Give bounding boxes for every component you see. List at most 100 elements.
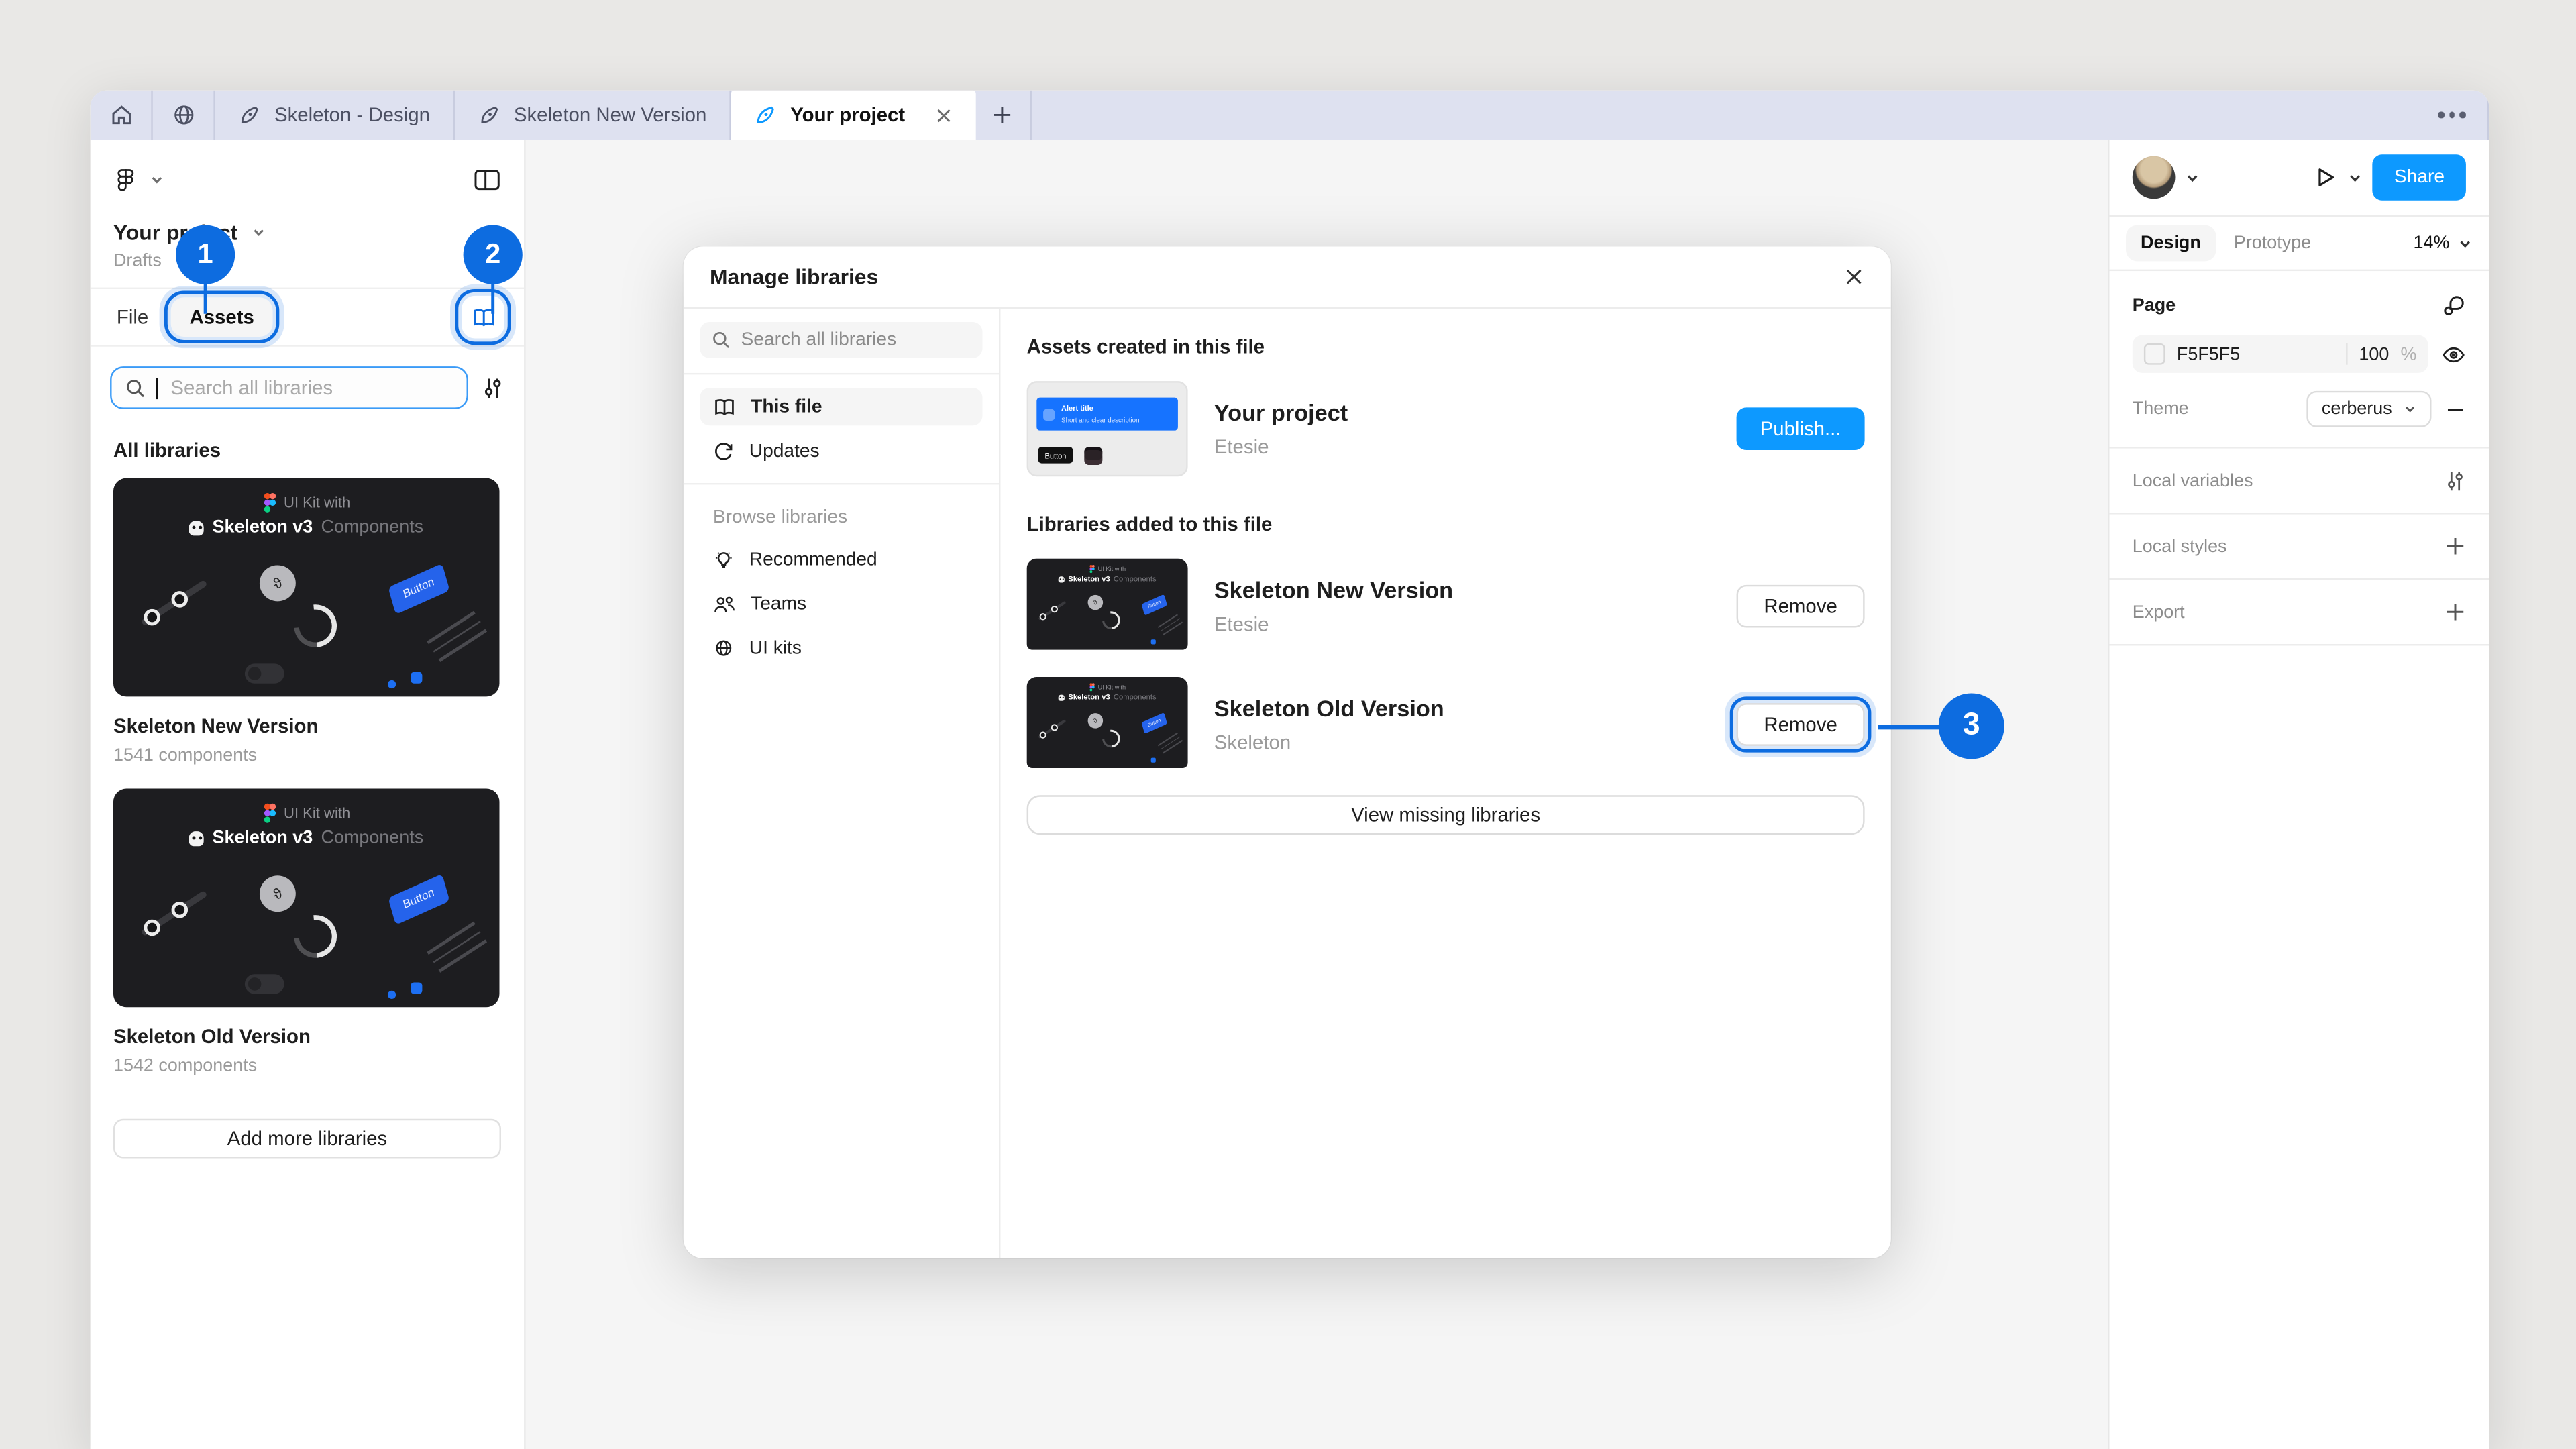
nav-item-updates[interactable]: Updates <box>700 432 982 470</box>
decorative-radio-component <box>387 680 395 688</box>
libraries-button[interactable] <box>462 296 504 339</box>
decorative-avatar-component: ϑ <box>254 559 303 608</box>
chevron-down-icon <box>150 172 164 186</box>
thumb-line2-rest: Components <box>321 517 423 537</box>
ellipsis-icon <box>2438 112 2465 118</box>
decorative-avatar-chip <box>1084 447 1102 465</box>
publish-button[interactable]: Publish... <box>1737 407 1865 450</box>
assets-search-field[interactable] <box>167 374 453 400</box>
home-button[interactable] <box>91 91 153 140</box>
nav-item-ui-kits[interactable]: UI kits <box>700 629 982 667</box>
assets-search-input[interactable] <box>110 366 468 409</box>
screenshot-stage: Skeleton - Design Skeleton New Version Y… <box>0 0 2576 1449</box>
variables-icon[interactable] <box>2441 294 2466 317</box>
local-styles-label: Local styles <box>2133 537 2227 556</box>
share-button[interactable]: Share <box>2373 154 2466 201</box>
library-thumbnail: UI Kit with Skeleton v3 Components ϑ But… <box>113 789 500 1008</box>
tab-file[interactable]: File <box>110 297 155 337</box>
tab-skeleton-new-version[interactable]: Skeleton New Version <box>455 91 731 140</box>
toggle-sidebar-button[interactable] <box>473 167 501 192</box>
decorative-accordion-component <box>426 922 486 972</box>
color-swatch[interactable] <box>2144 343 2165 365</box>
home-icon <box>107 102 133 128</box>
annotation-badge-3: 3 <box>1939 693 2004 759</box>
tab-label: Skeleton New Version <box>514 103 707 126</box>
decorative-accordion-component <box>1157 614 1182 635</box>
alert-title-text: Alert title <box>1061 405 1140 413</box>
browse-community-button[interactable] <box>153 91 215 140</box>
library-card-skeleton-new-version[interactable]: UI Kit with Skeleton v3 Components ϑ But… <box>91 478 525 789</box>
local-variables-section[interactable]: Local variables <box>2109 449 2489 515</box>
nav-item-label: Recommended <box>749 549 877 569</box>
library-title: Skeleton Old Version <box>1214 695 1711 721</box>
chevron-down-icon[interactable] <box>2185 170 2200 184</box>
project-location[interactable]: Drafts <box>113 252 501 288</box>
zoom-level: 14% <box>2413 233 2449 253</box>
close-tab-button[interactable] <box>934 106 953 124</box>
color-hex-value[interactable]: F5F5F5 <box>2177 344 2334 364</box>
annotation-connector-2 <box>491 282 495 314</box>
thumb-line2-bold: Skeleton v3 <box>1068 575 1110 583</box>
window-menu-button[interactable] <box>2416 91 2489 140</box>
plus-icon[interactable] <box>2445 601 2466 623</box>
decorative-accordion-component <box>1157 733 1182 753</box>
page-color-field[interactable]: F5F5F5 100 % <box>2133 335 2428 373</box>
library-thumbnail: UI Kit with Skeleton v3 Components ϑ But… <box>1027 677 1188 772</box>
thumb-line2-rest: Components <box>1114 694 1157 702</box>
skull-icon <box>189 520 204 535</box>
asset-subtitle: Etesie <box>1214 435 1711 458</box>
tab-label: Skeleton - Design <box>274 103 430 126</box>
avatar[interactable] <box>2133 156 2176 199</box>
skull-icon <box>1059 694 1065 700</box>
tab-design[interactable]: Design <box>2126 225 2216 262</box>
tab-skeleton-design[interactable]: Skeleton - Design <box>215 91 455 140</box>
plus-icon <box>991 103 1014 126</box>
chevron-down-icon[interactable] <box>251 225 266 240</box>
nav-item-this-file[interactable]: This file <box>700 388 982 425</box>
tab-prototype[interactable]: Prototype <box>2219 225 2326 262</box>
add-more-libraries-button[interactable]: Add more libraries <box>113 1119 501 1159</box>
figma-logo-icon <box>113 167 138 192</box>
decorative-button-component: Button <box>1142 594 1167 615</box>
decorative-checkbox-component <box>411 983 422 994</box>
canvas[interactable]: Manage libraries <box>526 140 2108 1449</box>
alert-desc-text: Short and clear description <box>1061 415 1140 423</box>
figma-file-icon <box>754 103 777 126</box>
plus-icon[interactable] <box>2445 535 2466 557</box>
dialog-search-input[interactable]: Search all libraries <box>700 322 982 358</box>
eye-icon[interactable] <box>2441 344 2466 364</box>
remove-button-skeleton-new-version[interactable]: Remove <box>1737 585 1865 628</box>
main-menu-button[interactable] <box>113 167 164 192</box>
chevron-down-icon[interactable] <box>2348 170 2363 184</box>
manage-libraries-dialog: Manage libraries <box>684 246 1891 1258</box>
refresh-icon <box>713 440 735 462</box>
present-play-button[interactable] <box>2312 164 2338 191</box>
opacity-value[interactable]: 100 <box>2359 344 2389 364</box>
decorative-button-component: Button <box>389 873 451 924</box>
decorative-alert-component: Alert title Short and clear description <box>1036 398 1178 431</box>
thumb-line1: UI Kit with <box>1098 566 1126 572</box>
export-label: Export <box>2133 602 2185 622</box>
sliders-icon[interactable] <box>2445 469 2466 492</box>
theme-dropdown[interactable]: cerberus <box>2307 391 2432 427</box>
library-title: Skeleton New Version <box>1214 577 1711 603</box>
asset-row-your-project: Alert title Short and clear description … <box>1027 381 1865 476</box>
minus-icon[interactable] <box>2445 398 2466 420</box>
nav-item-teams[interactable]: Teams <box>700 585 982 623</box>
export-section[interactable]: Export <box>2109 580 2489 645</box>
dialog-close-button[interactable] <box>1843 266 1865 288</box>
decorative-button-component: Button <box>389 563 451 614</box>
local-styles-section[interactable]: Local styles <box>2109 515 2489 580</box>
view-missing-libraries-button[interactable]: View missing libraries <box>1027 795 1865 835</box>
zoom-control[interactable]: 14% <box>2413 233 2472 253</box>
tab-your-project[interactable]: Your project <box>731 91 975 140</box>
new-tab-button[interactable] <box>976 91 1032 140</box>
nav-item-recommended[interactable]: Recommended <box>700 541 982 578</box>
sliders-icon[interactable] <box>482 376 504 400</box>
tab-assets[interactable]: Assets <box>172 297 272 337</box>
decorative-radio-component <box>387 990 395 998</box>
library-card-skeleton-old-version[interactable]: UI Kit with Skeleton v3 Components ϑ But… <box>91 789 525 1099</box>
divider <box>684 373 999 374</box>
remove-button-skeleton-old-version[interactable]: Remove <box>1737 703 1865 746</box>
info-icon <box>1043 409 1055 420</box>
